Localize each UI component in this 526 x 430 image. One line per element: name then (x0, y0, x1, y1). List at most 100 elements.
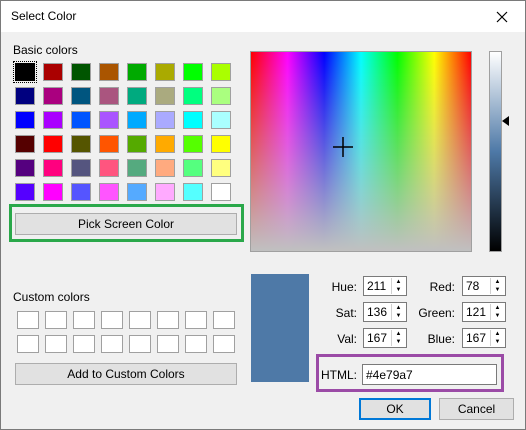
basic-color-swatch[interactable] (43, 159, 63, 177)
add-to-custom-colors-button[interactable]: Add to Custom Colors (15, 363, 237, 385)
custom-color-swatch[interactable] (73, 311, 95, 329)
basic-color-swatch[interactable] (15, 135, 35, 153)
cancel-button[interactable]: Cancel (439, 398, 514, 420)
spin-up-icon[interactable]: ▲ (392, 330, 405, 338)
custom-color-swatch[interactable] (185, 311, 207, 329)
basic-color-swatch[interactable] (155, 87, 175, 105)
basic-color-swatch[interactable] (183, 159, 203, 177)
basic-color-swatch[interactable] (183, 111, 203, 129)
spin-down-icon[interactable]: ▼ (392, 286, 405, 294)
basic-color-swatch[interactable] (71, 135, 91, 153)
spin-up-icon[interactable]: ▲ (392, 278, 405, 286)
basic-color-swatch[interactable] (211, 87, 231, 105)
basic-color-swatch[interactable] (155, 183, 175, 201)
spin-up-icon[interactable]: ▲ (491, 330, 504, 338)
basic-color-swatch[interactable] (15, 111, 35, 129)
basic-color-swatch[interactable] (211, 159, 231, 177)
custom-color-swatch[interactable] (101, 335, 123, 353)
hue-spinbox[interactable]: 211 ▲ ▼ (363, 276, 407, 296)
custom-color-swatch[interactable] (157, 311, 179, 329)
spin-up-icon[interactable]: ▲ (392, 304, 405, 312)
basic-color-swatch[interactable] (99, 63, 119, 81)
custom-color-swatch[interactable] (185, 335, 207, 353)
custom-color-swatch[interactable] (129, 335, 151, 353)
basic-color-swatch[interactable] (43, 183, 63, 201)
custom-color-swatch[interactable] (17, 335, 39, 353)
green-spin-arrows[interactable]: ▲ ▼ (490, 304, 504, 320)
basic-color-swatch[interactable] (15, 159, 35, 177)
spin-down-icon[interactable]: ▼ (491, 338, 504, 346)
custom-color-swatch[interactable] (45, 335, 67, 353)
basic-color-swatch[interactable] (127, 87, 147, 105)
hue-spin-arrows[interactable]: ▲ ▼ (391, 278, 405, 294)
custom-color-swatch[interactable] (213, 311, 235, 329)
spin-down-icon[interactable]: ▼ (392, 312, 405, 320)
basic-color-swatch[interactable] (183, 87, 203, 105)
custom-color-swatch[interactable] (213, 335, 235, 353)
basic-color-swatch[interactable] (71, 63, 91, 81)
red-value: 78 (466, 279, 480, 293)
basic-color-swatch[interactable] (127, 159, 147, 177)
basic-color-swatch[interactable] (99, 87, 119, 105)
blue-spinbox[interactable]: 167 ▲ ▼ (462, 328, 506, 348)
basic-color-swatch[interactable] (71, 111, 91, 129)
basic-color-swatch[interactable] (15, 183, 35, 201)
basic-color-swatch[interactable] (211, 135, 231, 153)
basic-color-swatch[interactable] (99, 111, 119, 129)
sat-spin-arrows[interactable]: ▲ ▼ (391, 304, 405, 320)
basic-color-swatch[interactable] (71, 183, 91, 201)
custom-color-swatch[interactable] (129, 311, 151, 329)
basic-color-swatch[interactable] (127, 135, 147, 153)
basic-color-swatch[interactable] (43, 135, 63, 153)
color-spectrum[interactable] (250, 51, 472, 252)
basic-color-swatch[interactable] (155, 63, 175, 81)
crosshair-icon (333, 137, 353, 157)
custom-color-swatch[interactable] (73, 335, 95, 353)
basic-color-swatch[interactable] (211, 63, 231, 81)
custom-colors-label: Custom colors (13, 290, 90, 304)
luminance-slider[interactable] (489, 51, 502, 252)
custom-color-swatch[interactable] (45, 311, 67, 329)
red-spinbox[interactable]: 78 ▲ ▼ (462, 276, 506, 296)
val-spinbox[interactable]: 167 ▲ ▼ (363, 328, 407, 348)
basic-color-swatch[interactable] (43, 63, 63, 81)
basic-color-swatch[interactable] (211, 183, 231, 201)
basic-color-swatch[interactable] (71, 87, 91, 105)
sat-spinbox[interactable]: 136 ▲ ▼ (363, 302, 407, 322)
ok-button[interactable]: OK (359, 398, 431, 420)
basic-color-swatch[interactable] (155, 159, 175, 177)
basic-color-swatch[interactable] (127, 111, 147, 129)
basic-color-swatch[interactable] (71, 159, 91, 177)
basic-color-swatch[interactable] (211, 111, 231, 129)
spin-down-icon[interactable]: ▼ (491, 286, 504, 294)
custom-color-swatch[interactable] (157, 335, 179, 353)
basic-color-swatch[interactable] (183, 63, 203, 81)
basic-color-swatch[interactable] (99, 135, 119, 153)
custom-color-swatch[interactable] (101, 311, 123, 329)
basic-color-swatch[interactable] (127, 183, 147, 201)
val-spin-arrows[interactable]: ▲ ▼ (391, 330, 405, 346)
val-label: Val: (337, 332, 357, 346)
basic-color-swatch[interactable] (13, 61, 37, 83)
basic-color-swatch[interactable] (155, 135, 175, 153)
basic-color-swatch[interactable] (127, 63, 147, 81)
close-button[interactable] (479, 1, 525, 32)
spin-down-icon[interactable]: ▼ (491, 312, 504, 320)
spin-down-icon[interactable]: ▼ (392, 338, 405, 346)
basic-color-swatch[interactable] (99, 183, 119, 201)
spin-up-icon[interactable]: ▲ (491, 304, 504, 312)
blue-spin-arrows[interactable]: ▲ ▼ (490, 330, 504, 346)
basic-color-swatch[interactable] (183, 135, 203, 153)
green-spinbox[interactable]: 121 ▲ ▼ (462, 302, 506, 322)
basic-color-swatch[interactable] (43, 87, 63, 105)
basic-color-swatch[interactable] (99, 159, 119, 177)
basic-color-swatch[interactable] (15, 87, 35, 105)
basic-color-swatch[interactable] (43, 111, 63, 129)
custom-color-swatch[interactable] (17, 311, 39, 329)
luminance-pointer-icon[interactable] (502, 116, 510, 126)
spin-up-icon[interactable]: ▲ (491, 278, 504, 286)
red-spin-arrows[interactable]: ▲ ▼ (490, 278, 504, 294)
basic-color-swatch[interactable] (183, 183, 203, 201)
basic-color-swatch[interactable] (155, 111, 175, 129)
green-value: 121 (466, 305, 487, 319)
